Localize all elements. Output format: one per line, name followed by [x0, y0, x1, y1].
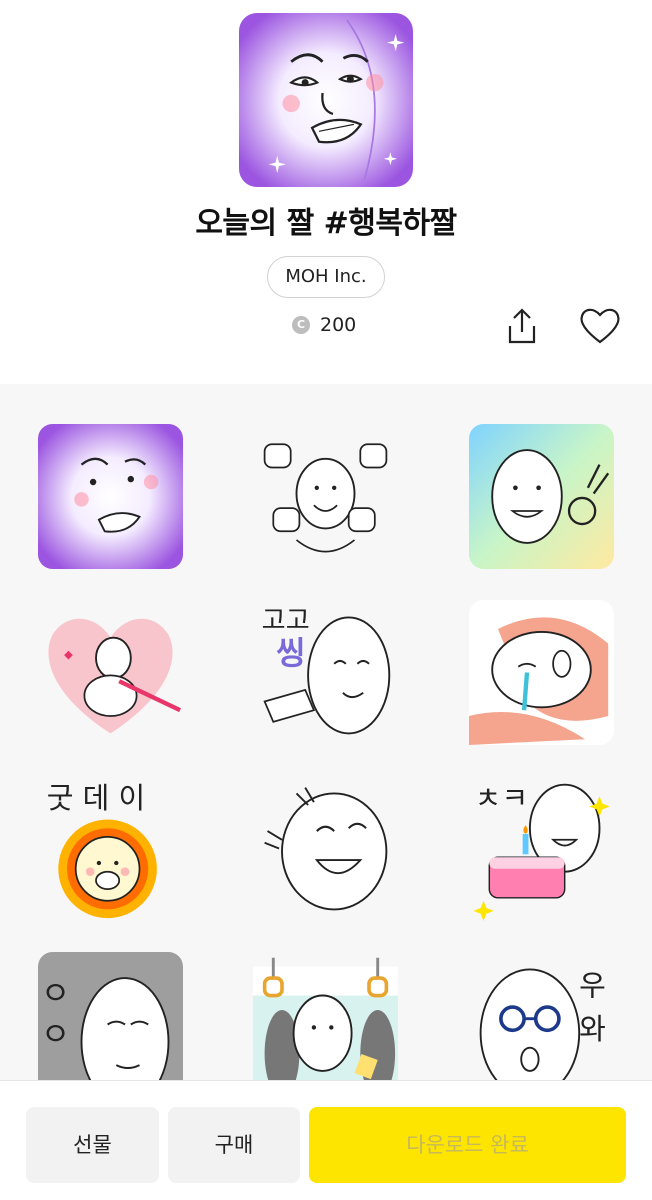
gift-button[interactable]: 선물	[26, 1107, 159, 1183]
sticker-item-12[interactable]: 우 와	[469, 952, 614, 1080]
sticker-item-5[interactable]: 고고 씽	[253, 600, 398, 745]
gogo-ssing-icon: 고고 씽	[262, 606, 391, 735]
pack-title: 오늘의 짤 #행복하짤	[195, 206, 457, 241]
birthday-cake-icon: ㅊㅋ	[473, 781, 610, 921]
ok-sign-icon	[469, 424, 614, 569]
sticker-grid: 고고 씽 굿 데 이 ㅊㅋ ㅇ ㅇ 우 와	[0, 384, 652, 1080]
bottom-action-bar: 선물 구매 다운로드 완료	[0, 1080, 652, 1200]
pack-header: 오늘의 짤 #행복하짤 MOH Inc. C 200	[0, 0, 652, 384]
good-day-sun-icon: 굿 데 이	[47, 781, 157, 919]
subway-icon	[253, 957, 398, 1080]
share-icon	[508, 308, 536, 344]
sticker-item-1[interactable]	[38, 424, 183, 569]
buy-button[interactable]: 구매	[168, 1107, 300, 1183]
pack-thumbnail	[239, 13, 413, 187]
sticker-item-4[interactable]	[38, 600, 183, 745]
oo-face-icon: ㅇ ㅇ	[38, 952, 183, 1080]
svg-text:씽: 씽	[276, 634, 305, 672]
author-button[interactable]: MOH Inc.	[267, 256, 385, 298]
svg-text:ㅇ: ㅇ	[41, 974, 70, 1012]
svg-text:우: 우	[579, 969, 606, 1003]
svg-text:ㅇ: ㅇ	[41, 1015, 70, 1053]
wow-glasses-icon: 우 와	[479, 968, 606, 1080]
heart-icon	[580, 308, 620, 344]
svg-text:와: 와	[579, 1012, 606, 1046]
purple-moon-face-icon	[38, 424, 183, 569]
sticker-item-6[interactable]	[469, 600, 614, 745]
price: C 200	[292, 313, 356, 337]
download-complete-button[interactable]: 다운로드 완료	[309, 1107, 626, 1183]
thumbs-up-icon	[263, 443, 388, 553]
sticker-detail-page: 오늘의 짤 #행복하짤 MOH Inc. C 200 고고 씽 굿 데 이 ㅊㅋ…	[0, 0, 652, 1200]
sticker-item-2[interactable]	[253, 424, 398, 569]
svg-text:고고: 고고	[262, 606, 310, 636]
share-button[interactable]	[500, 304, 544, 348]
sticker-item-11[interactable]	[253, 952, 398, 1080]
sticker-item-9[interactable]: ㅊㅋ	[469, 776, 614, 921]
sticker-item-10[interactable]: ㅇ ㅇ	[38, 952, 183, 1080]
svg-text:굿 데 이: 굿 데 이	[47, 781, 145, 815]
crying-pillow-icon	[469, 600, 614, 745]
sticker-item-3[interactable]	[469, 424, 614, 569]
like-button[interactable]	[576, 302, 624, 350]
svg-text:ㅊㅋ: ㅊㅋ	[475, 781, 528, 815]
sticker-item-8[interactable]	[253, 776, 398, 921]
heart-cupid-icon	[48, 618, 182, 734]
sticker-item-7[interactable]: 굿 데 이	[38, 776, 183, 921]
coin-icon: C	[292, 316, 310, 334]
laughing-face-icon	[264, 787, 388, 911]
price-value: 200	[320, 314, 357, 336]
